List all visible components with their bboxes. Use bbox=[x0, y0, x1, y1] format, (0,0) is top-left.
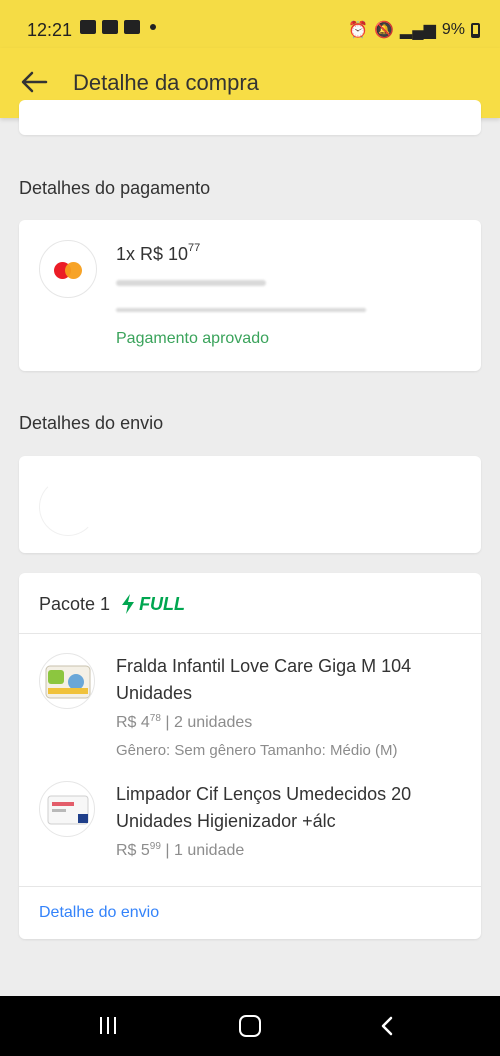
mute-icon: 🔕 bbox=[374, 22, 394, 39]
full-badge: FULL bbox=[120, 593, 185, 615]
package-item[interactable]: Fralda Infantil Love Care Giga M 104 Uni… bbox=[19, 653, 481, 763]
arrow-left-icon bbox=[21, 71, 48, 93]
payment-amount: 1x R$ 1077 bbox=[116, 242, 201, 264]
package-header: Pacote 1 FULL bbox=[39, 593, 185, 615]
product-name: Fralda Infantil Love Care Giga M 104 Uni… bbox=[116, 656, 412, 703]
back-button[interactable] bbox=[16, 64, 52, 100]
shipping-card bbox=[19, 456, 481, 553]
product-price: R$ 599 | 1 unidade bbox=[116, 841, 245, 859]
system-status: ⏰ 🔕 ▂▄▆ 9% bbox=[348, 20, 480, 40]
lightning-icon bbox=[122, 594, 135, 614]
package-card: Pacote 1 FULL Fralda Infantil Love Care … bbox=[19, 573, 481, 939]
recent-apps-button[interactable] bbox=[100, 1017, 116, 1034]
product-thumbnail-wipes bbox=[39, 781, 95, 837]
home-button[interactable] bbox=[239, 1015, 261, 1037]
diaper-pack-icon bbox=[45, 665, 91, 699]
previous-card bbox=[19, 100, 481, 135]
package-item[interactable]: Limpador Cif Lenços Umedecidos 20 Unidad… bbox=[19, 781, 481, 871]
notification-icons bbox=[80, 20, 156, 34]
android-nav-bar bbox=[0, 996, 500, 1056]
divider bbox=[19, 886, 481, 887]
chevron-left-icon bbox=[381, 1016, 393, 1036]
shipping-detail-link[interactable]: Detalhe do envio bbox=[39, 904, 159, 922]
shipping-section-title: Detalhes do envio bbox=[19, 413, 164, 433]
mail-icon bbox=[102, 20, 118, 34]
payment-section-title: Detalhes do pagamento bbox=[19, 178, 211, 198]
redacted-date-info bbox=[116, 308, 366, 312]
product-name: Limpador Cif Lenços Umedecidos 20 Unidad… bbox=[116, 784, 412, 831]
payment-card: 1x R$ 1077 Pagamento aprovado bbox=[19, 220, 481, 371]
divider bbox=[19, 633, 481, 634]
alarm-icon: ⏰ bbox=[348, 22, 368, 39]
package-title: Pacote 1 bbox=[39, 593, 111, 614]
battery-percent: 9% bbox=[441, 21, 465, 38]
more-notifications-icon bbox=[150, 24, 156, 30]
page-title: Detalhe da compra bbox=[73, 70, 259, 95]
system-back-button[interactable] bbox=[380, 1016, 394, 1041]
wifi-signal-icon: ▂▄▆ bbox=[399, 22, 436, 39]
status-time: 12:21 bbox=[27, 20, 73, 40]
mastercard-logo bbox=[39, 240, 97, 298]
redacted-card-info bbox=[116, 280, 266, 286]
payment-status: Pagamento aprovado bbox=[116, 330, 269, 347]
product-thumbnail-diaper bbox=[39, 653, 95, 709]
app-notification-icon bbox=[124, 20, 140, 34]
wipes-pack-icon bbox=[47, 795, 89, 825]
product-price: R$ 478 | 2 unidades bbox=[116, 713, 253, 731]
shipping-icon bbox=[39, 478, 97, 536]
battery-icon bbox=[471, 22, 480, 38]
message-icon bbox=[80, 20, 96, 34]
product-attributes: Gênero: Sem gênero Tamanho: Médio (M) bbox=[116, 742, 398, 759]
